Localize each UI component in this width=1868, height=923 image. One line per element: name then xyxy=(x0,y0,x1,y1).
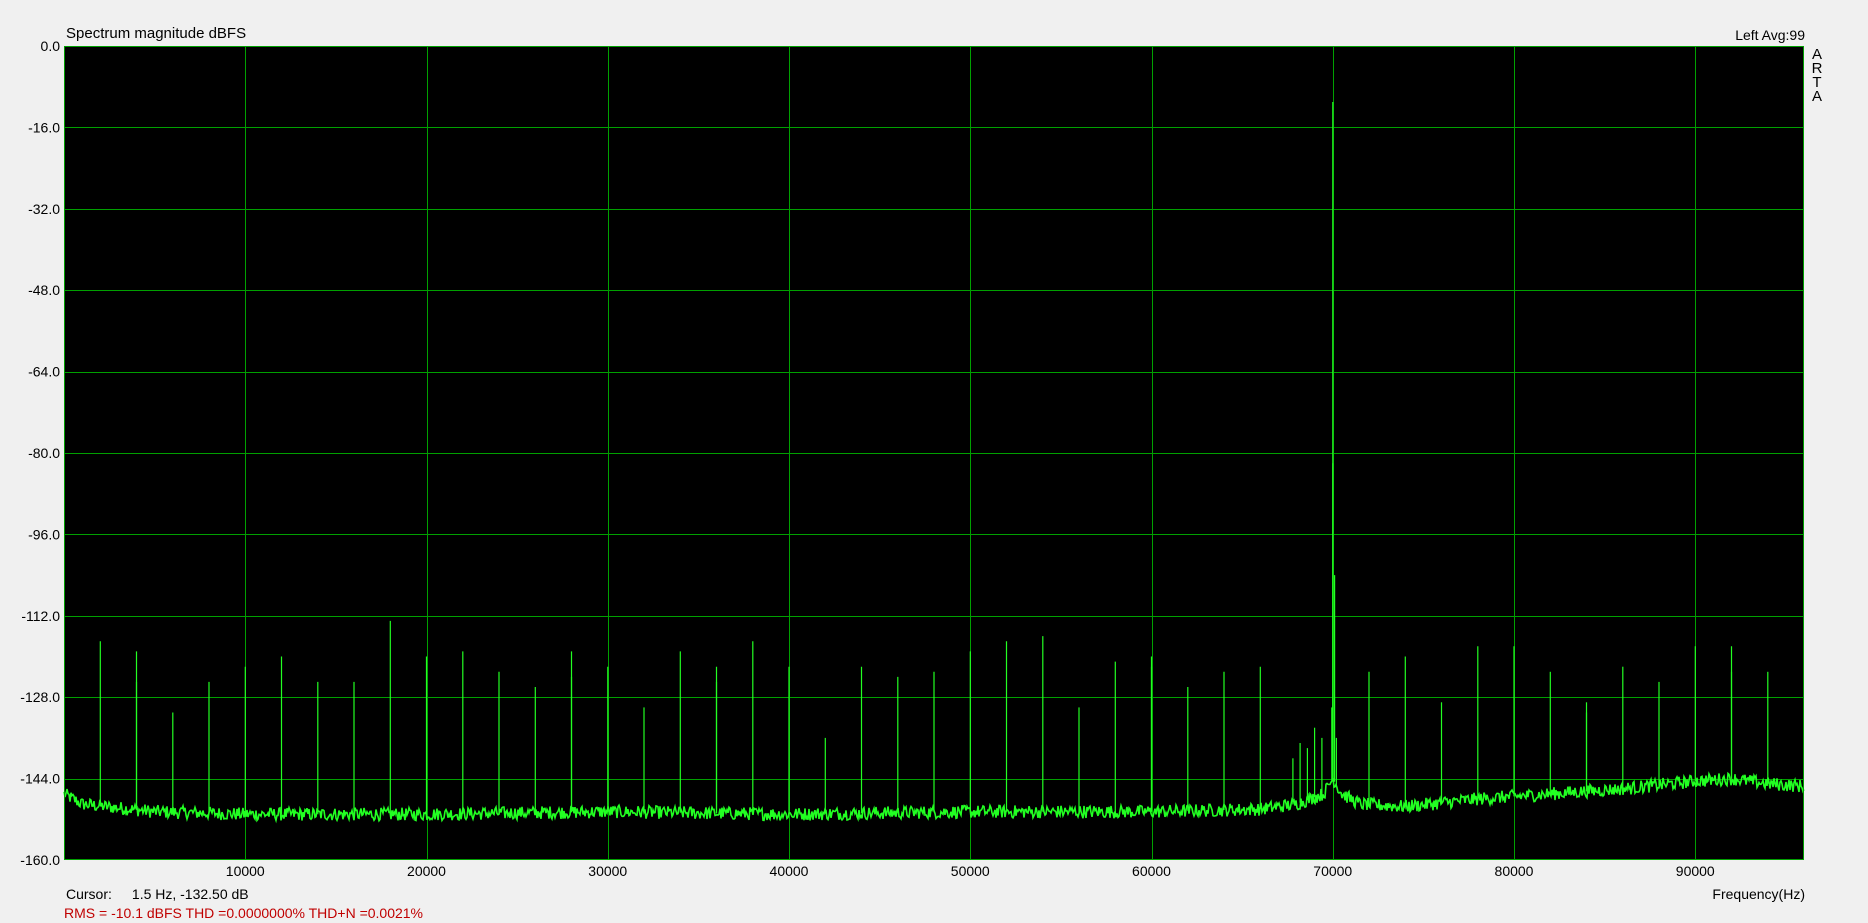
x-tick-label: 50000 xyxy=(951,863,990,879)
x-tick-label: 10000 xyxy=(226,863,265,879)
y-tick-labels: 0.0 -16.0 -32.0 -48.0 -64.0 -80.0 -96.0 -112.0 -… xyxy=(20,38,60,868)
y-tick-label: -144.0 xyxy=(20,771,60,787)
y-tick-label: -16.0 xyxy=(28,119,60,135)
x-tick-labels: 10000 20000 30000 40000 50000 60000 70000 80000… xyxy=(226,863,1715,879)
x-tick-label: 30000 xyxy=(588,863,627,879)
y-tick-label: -80.0 xyxy=(28,445,60,461)
y-tick-label: -32.0 xyxy=(28,201,60,217)
x-tick-label: 70000 xyxy=(1313,863,1352,879)
y-tick-label: -48.0 xyxy=(28,282,60,298)
cursor-label: Cursor: xyxy=(66,886,112,902)
y-tick-label: -128.0 xyxy=(20,689,60,705)
spectrum-plot[interactable]: 0.0 -16.0 -32.0 -48.0 -64.0 -80.0 -96.0 -112.0 -… xyxy=(0,0,1868,923)
x-tick-label: 20000 xyxy=(407,863,446,879)
cursor-value: 1.5 Hz, -132.50 dB xyxy=(131,886,249,902)
y-tick-label: -160.0 xyxy=(20,852,60,868)
y-tick-label: -112.0 xyxy=(21,608,60,624)
x-tick-label: 90000 xyxy=(1676,863,1715,879)
x-tick-label: 60000 xyxy=(1132,863,1171,879)
x-axis-label: Frequency(Hz) xyxy=(1712,886,1805,902)
y-tick-label: -64.0 xyxy=(28,364,60,380)
y-tick-label: -96.0 xyxy=(28,526,60,542)
x-tick-label: 80000 xyxy=(1495,863,1534,879)
x-tick-label: 40000 xyxy=(770,863,809,879)
cursor-readout: Cursor: 1.5 Hz, -132.50 dB xyxy=(66,886,249,902)
measurement-stats: RMS = -10.1 dBFS THD =0.0000000% THD+N =… xyxy=(64,905,424,921)
y-tick-label: 0.0 xyxy=(41,38,61,54)
